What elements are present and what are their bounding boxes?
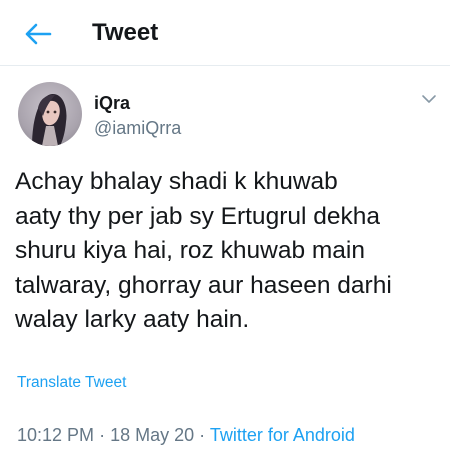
arrow-left-icon xyxy=(25,23,52,45)
tweet-source-link[interactable]: Twitter for Android xyxy=(210,425,355,445)
tweet-time: 10:12 PM xyxy=(17,425,95,445)
page-title: Tweet xyxy=(92,19,159,46)
translate-tweet-link[interactable]: Translate Tweet xyxy=(17,373,126,393)
tweet-text: Achay bhalay shadi k khuwab aaty thy per… xyxy=(15,168,392,333)
author-name[interactable]: iQra xyxy=(94,92,130,114)
author-handle[interactable]: @iamiQrra xyxy=(94,117,181,139)
chevron-down-icon xyxy=(422,95,436,103)
top-app-bar: Tweet xyxy=(0,0,450,66)
back-button[interactable] xyxy=(22,20,54,48)
tweet-menu-button[interactable] xyxy=(420,92,438,106)
meta-separator: · xyxy=(199,425,206,445)
tweet-metadata: 10:12 PM · 18 May 20 · Twitter for Andro… xyxy=(17,424,355,446)
avatar[interactable] xyxy=(18,82,82,146)
tweet-detail-screen: Tweet iQra @iamiQrra Achay bhalay shadi … xyxy=(0,0,450,455)
avatar-image xyxy=(18,82,82,146)
meta-separator: · xyxy=(99,425,106,445)
tweet-date: 18 May 20 xyxy=(110,425,195,445)
header-divider xyxy=(0,65,450,66)
